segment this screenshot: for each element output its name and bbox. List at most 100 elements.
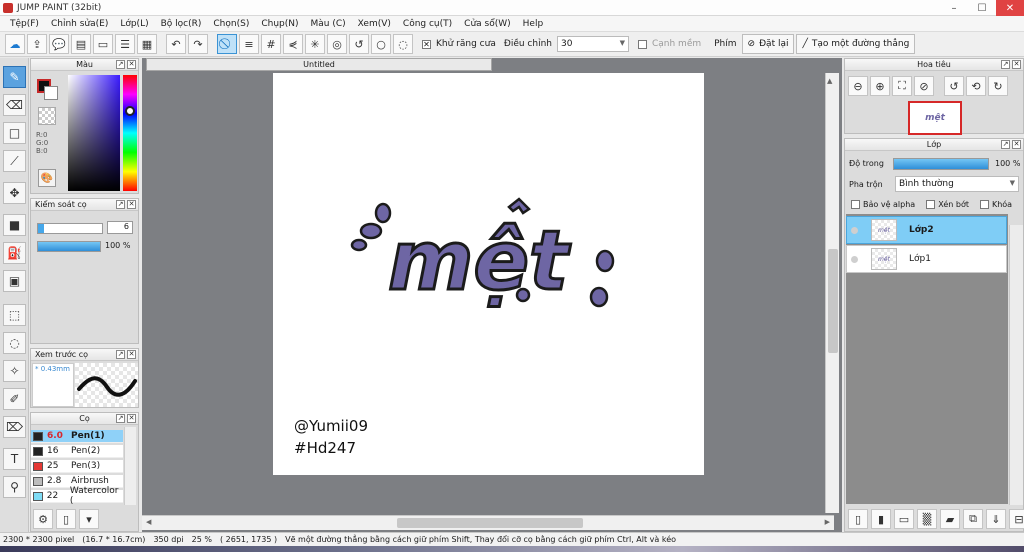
close-icon[interactable]: ✕ [127, 200, 136, 209]
comment-icon[interactable]: 💬 [49, 34, 69, 54]
redo-icon[interactable]: ↷ [188, 34, 208, 54]
layer-opacity-slider[interactable] [893, 158, 989, 170]
brush-item[interactable]: 25 Pen(3) [31, 460, 123, 473]
brush-item[interactable]: 6.0 Pen(1) [31, 430, 123, 443]
transparent-swatch[interactable] [38, 107, 56, 125]
close-icon[interactable]: ✕ [1012, 60, 1021, 69]
minimize-button[interactable]: – [940, 0, 968, 16]
new-layer-icon[interactable]: ▯ [848, 509, 868, 529]
duplicate-layer-icon[interactable]: ⧉ [963, 509, 983, 529]
scroll-right-icon[interactable]: ▶ [825, 518, 830, 526]
popout-icon[interactable]: ↗ [1001, 60, 1010, 69]
layer-row-lop2[interactable]: mệt Lớp2 [846, 216, 1007, 244]
close-button[interactable]: ✕ [996, 0, 1024, 16]
menu-help[interactable]: Help [517, 19, 550, 29]
document-tab[interactable]: Untitled [146, 58, 492, 71]
eraser-tool-icon[interactable]: ⌫ [3, 94, 26, 116]
rotate-left-icon[interactable]: ↺ [944, 76, 964, 96]
menu-edit[interactable]: Chỉnh sửa(E) [45, 19, 114, 29]
circle-snap-icon[interactable]: ○ [371, 34, 391, 54]
layer-row-lop1[interactable]: mệt Lớp1 [846, 245, 1007, 273]
close-icon[interactable]: ✕ [127, 350, 136, 359]
menu-select[interactable]: Chọn(S) [207, 19, 255, 29]
brush-size-slider[interactable] [37, 223, 103, 234]
clipping-checkbox[interactable] [926, 200, 936, 209]
palette-button[interactable]: 🎨 [38, 169, 56, 187]
popout-icon[interactable]: ↗ [116, 414, 125, 423]
parallel-snap-icon[interactable]: ≡ [239, 34, 259, 54]
scroll-up-icon[interactable]: ▲ [827, 77, 832, 85]
doc-lines-icon[interactable]: ☰ [115, 34, 135, 54]
lock-checkbox[interactable] [979, 200, 989, 209]
rotate-reset-icon[interactable]: ⟲ [966, 76, 986, 96]
popout-icon[interactable]: ↗ [116, 350, 125, 359]
zoom-in-icon[interactable]: ⊕ [870, 76, 890, 96]
reset-button[interactable]: ⊘ Đặt lại [741, 34, 795, 54]
brush-settings-icon[interactable]: ⚙ [33, 509, 53, 529]
menu-filter[interactable]: Bộ lọc(R) [155, 19, 208, 29]
close-icon[interactable]: ✕ [127, 60, 136, 69]
background-color-swatch[interactable] [44, 86, 58, 100]
brush-item[interactable]: 22 Watercolor ( [31, 486, 123, 506]
brush-list-scrollbar[interactable] [124, 427, 136, 505]
horizontal-scrollbar[interactable]: ◀ ▶ [142, 515, 834, 530]
menu-tools[interactable]: Công cụ(T) [397, 19, 458, 29]
menu-view[interactable]: Xem(V) [352, 19, 397, 29]
navigator-thumbnail[interactable]: mệt [908, 101, 962, 135]
bucket-tool-icon[interactable]: ⛽ [3, 242, 26, 264]
grid-snap-icon[interactable]: # [261, 34, 281, 54]
protect-alpha-checkbox[interactable] [851, 200, 860, 209]
adjust-select[interactable]: 30 ▼ [556, 36, 629, 52]
new-folder-icon[interactable]: ▰ [940, 509, 960, 529]
undo-icon[interactable]: ↶ [166, 34, 186, 54]
menu-snap[interactable]: Chụp(N) [255, 19, 304, 29]
new-halftone-layer-icon[interactable]: ▒ [917, 509, 937, 529]
menu-file[interactable]: Tệp(F) [4, 19, 45, 29]
popout-icon[interactable]: ↗ [116, 60, 125, 69]
radial-snap-icon[interactable]: ✳ [305, 34, 325, 54]
text-tool-icon[interactable]: T [3, 448, 26, 470]
ellipse-snap-icon[interactable]: ◌ [393, 34, 413, 54]
document-icon[interactable]: ▭ [93, 34, 113, 54]
layer-list-scrollbar[interactable] [1009, 225, 1023, 505]
vertical-scrollbar[interactable]: ▲ [825, 73, 839, 513]
dropper-tool-icon[interactable]: ⚲ [3, 476, 26, 498]
new-brush-icon[interactable]: ▯ [56, 509, 76, 529]
grid-panel-icon[interactable]: ▦ [137, 34, 157, 54]
cloud-icon[interactable]: ☁ [5, 34, 25, 54]
rotate-right-icon[interactable]: ↻ [988, 76, 1008, 96]
popout-icon[interactable]: ↗ [1001, 140, 1010, 149]
select-eraser-tool-icon[interactable]: ⌦ [3, 416, 26, 438]
delete-layer-icon[interactable]: ⊟ [1009, 509, 1024, 529]
menu-window[interactable]: Cửa sổ(W) [458, 19, 516, 29]
horizontal-scroll-thumb[interactable] [397, 518, 583, 528]
brush-tool-icon[interactable]: ✎ [3, 66, 26, 88]
zoom-out-icon[interactable]: ⊖ [848, 76, 868, 96]
popout-icon[interactable]: ↗ [116, 200, 125, 209]
move-tool-icon[interactable]: ✥ [3, 182, 26, 204]
scroll-left-icon[interactable]: ◀ [146, 518, 151, 526]
make-line-button[interactable]: ╱ Tạo một đường thẳng [796, 34, 916, 54]
chat-icon[interactable]: ▤ [71, 34, 91, 54]
fill-rect-tool-icon[interactable]: ■ [3, 214, 26, 236]
drawing-canvas[interactable]: mệt @Yumii09 #Hd247 [273, 73, 704, 475]
new-layer-8bit-icon[interactable]: ▮ [871, 509, 891, 529]
rectangle-tool-icon[interactable]: □ [3, 122, 26, 144]
menu-layer[interactable]: Lớp(L) [114, 19, 154, 29]
menu-color[interactable]: Màu (C) [305, 19, 352, 29]
brush-menu-icon[interactable]: ▾ [79, 509, 99, 529]
saturation-value-picker[interactable] [68, 75, 120, 191]
visibility-toggle[interactable] [847, 245, 861, 273]
brush-opacity-slider[interactable] [37, 241, 101, 252]
visibility-toggle[interactable] [847, 216, 861, 244]
concentric-snap-icon[interactable]: ◎ [327, 34, 347, 54]
vertical-scroll-thumb[interactable] [828, 249, 838, 353]
lasso-tool-icon[interactable]: ◌ [3, 332, 26, 354]
select-pen-tool-icon[interactable]: ✐ [3, 388, 26, 410]
close-icon[interactable]: ✕ [127, 414, 136, 423]
line-tool-icon[interactable]: ⟋ [3, 150, 26, 172]
brush-item[interactable]: 16 Pen(2) [31, 445, 123, 458]
soft-edge-checkbox[interactable] [637, 39, 647, 49]
select-rect-tool-icon[interactable]: ⬚ [3, 304, 26, 326]
gradient-tool-icon[interactable]: ▣ [3, 270, 26, 292]
